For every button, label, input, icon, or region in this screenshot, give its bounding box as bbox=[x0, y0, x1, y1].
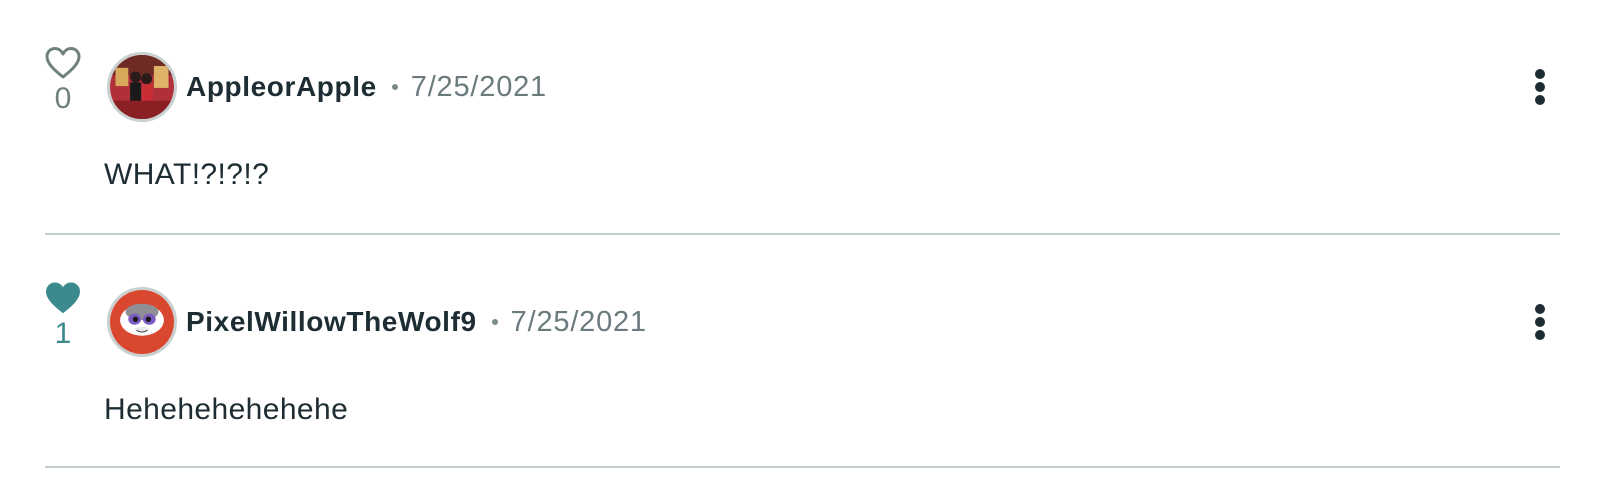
comment-date: 7/25/2021 bbox=[510, 305, 647, 338]
avatar[interactable] bbox=[107, 52, 177, 122]
more-vertical-icon bbox=[1535, 69, 1545, 79]
username-link[interactable]: AppleorApple bbox=[186, 71, 377, 103]
comment-text: WHAT!?!?!? bbox=[104, 158, 270, 191]
comment-text: Hehehehehehehe bbox=[104, 393, 349, 426]
avatar[interactable] bbox=[107, 287, 177, 357]
separator-dot bbox=[391, 84, 398, 90]
comment-meta: PixelWillowTheWolf9 7/25/2021 bbox=[186, 303, 647, 341]
heart-filled-icon[interactable] bbox=[45, 281, 81, 315]
like-control: 0 bbox=[45, 46, 81, 114]
comment-date: 7/25/2021 bbox=[410, 70, 547, 103]
like-control: 1 bbox=[45, 281, 81, 349]
wolf-avatar-image bbox=[110, 290, 174, 354]
more-options-button[interactable] bbox=[1520, 64, 1560, 110]
comment-meta: AppleorApple 7/25/2021 bbox=[186, 68, 547, 106]
comment-list: 0 AppleorApple 7/25/2021 WHAT!?!?!? 1 Pi… bbox=[45, 0, 1560, 468]
username-link[interactable]: PixelWillowTheWolf9 bbox=[186, 306, 477, 338]
comment-item: 0 AppleorApple 7/25/2021 WHAT!?!?!? bbox=[45, 0, 1560, 235]
heart-outline-icon[interactable] bbox=[45, 46, 81, 80]
like-count: 0 bbox=[54, 82, 72, 115]
separator-dot bbox=[491, 319, 498, 325]
like-count: 1 bbox=[54, 317, 72, 350]
more-vertical-icon bbox=[1535, 304, 1545, 314]
comment-item: 1 PixelWillowTheWolf9 7/25/2021 Hehehehe… bbox=[45, 235, 1560, 468]
photo-avatar-image bbox=[110, 55, 174, 119]
divider bbox=[45, 466, 1560, 468]
more-options-button[interactable] bbox=[1520, 299, 1560, 345]
